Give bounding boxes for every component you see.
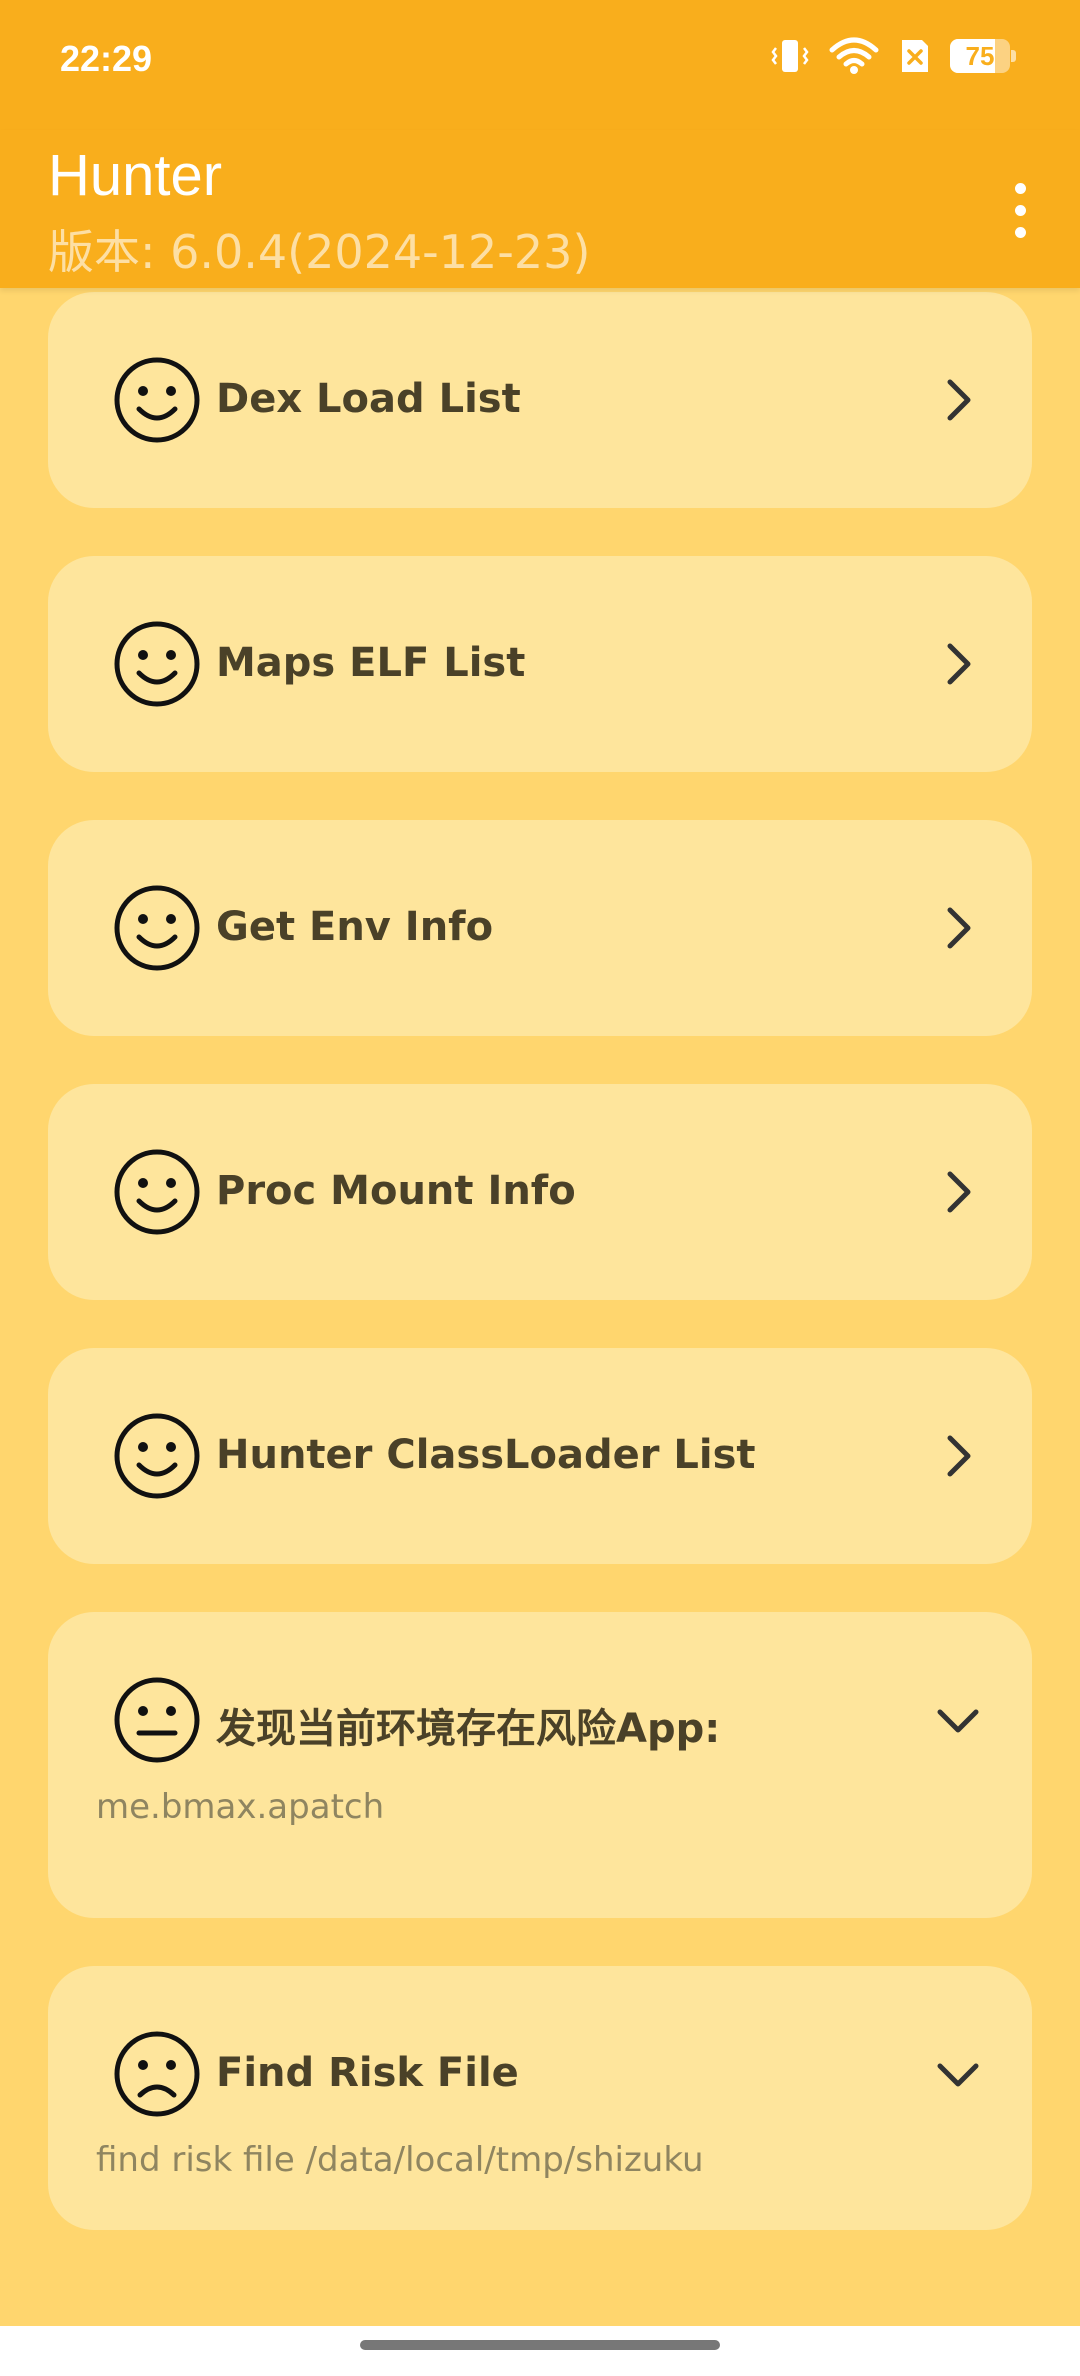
sad-face-icon (114, 2031, 200, 2117)
menu-dot (1014, 226, 1026, 238)
overflow-menu-button[interactable] (1000, 160, 1040, 260)
smile-icon (114, 1413, 200, 1499)
card-hunter-classloader-list[interactable]: Hunter ClassLoader List (48, 1348, 1032, 1564)
status-time: 22:29 (60, 38, 153, 79)
card-title: Get Env Info (216, 904, 494, 950)
chevron-right-icon (947, 379, 971, 421)
card-maps-elf-list[interactable]: Maps ELF List (48, 556, 1032, 772)
card-title: Dex Load List (216, 376, 521, 422)
card-title: Hunter ClassLoader List (216, 1432, 756, 1478)
smile-icon (114, 621, 200, 707)
no-sim-icon (902, 40, 928, 72)
neutral-face-icon (114, 1677, 200, 1763)
card-title: Find Risk File (216, 2050, 519, 2096)
vibrate-icon (771, 40, 809, 72)
card-find-risk-file[interactable]: Find Risk File find risk file /data/loca… (48, 1966, 1032, 2230)
chevron-right-icon (947, 907, 971, 949)
card-get-env-info[interactable]: Get Env Info (48, 820, 1032, 1036)
card-title: 发现当前环境存在风险App: (216, 1706, 721, 1752)
chevron-down-icon (937, 1709, 979, 1733)
status-icons: 75 (770, 36, 1016, 76)
battery-icon: 75 (950, 39, 1016, 73)
card-proc-mount-info[interactable]: Proc Mount Info (48, 1084, 1032, 1300)
app-version: 版本: 6.0.4(2024-12-23) (48, 225, 591, 279)
menu-dot (1014, 182, 1026, 194)
navigation-bar (0, 2326, 1080, 2376)
chevron-right-icon (947, 643, 971, 685)
smile-icon (114, 885, 200, 971)
app-bar: Hunter 版本: 6.0.4(2024-12-23) (0, 130, 1080, 288)
chevron-right-icon (947, 1435, 971, 1477)
smile-icon (114, 357, 200, 443)
card-title: Proc Mount Info (216, 1168, 576, 1214)
smile-icon (114, 1149, 200, 1235)
chevron-down-icon (937, 2063, 979, 2087)
card-risk-app[interactable]: 发现当前环境存在风险App: me.bmax.apatch (48, 1612, 1032, 1918)
menu-dot (1014, 204, 1026, 216)
app-title: Hunter (48, 143, 223, 208)
chevron-right-icon (947, 1171, 971, 1213)
card-title: Maps ELF List (216, 640, 526, 686)
gesture-handle[interactable] (360, 2340, 720, 2350)
card-dex-load-list[interactable]: Dex Load List (48, 292, 1032, 508)
card-detail: me.bmax.apatch (96, 1787, 385, 1827)
wifi-icon (829, 37, 879, 74)
status-bar: 22:29 75 (0, 0, 1080, 130)
battery-level: 75 (965, 41, 995, 71)
card-detail: find risk file /data/local/tmp/shizuku (96, 2140, 704, 2180)
